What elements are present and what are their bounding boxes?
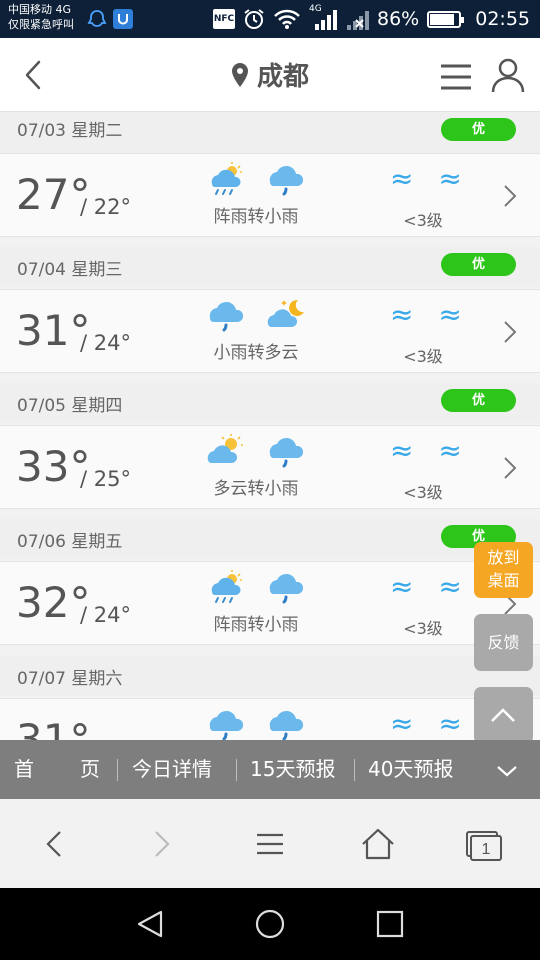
city-name: 成都 [256,62,309,92]
aqi-badge: 优 [441,253,516,276]
temp-low: / 25° [80,467,131,491]
tab-today-detail[interactable]: 今日详情 [132,740,212,799]
clock-time: 02:55 [475,8,530,30]
status-bar: 中国移动 4G 仅限紧急呼叫 NFC 4G 86% 02:55 [0,0,540,38]
forecast-date: 07/05 星期四 [17,396,123,416]
carrier-name: 中国移动 4G [8,3,72,16]
temp-low: / 22° [80,195,131,219]
signal-4g-icon: 4G [309,4,337,32]
light-rain-icon [204,705,248,743]
browser-home-icon[interactable] [358,827,398,861]
aqi-badge: 优 [441,118,516,141]
weather-description: 阵雨转小雨 [213,615,299,635]
tab-home[interactable]: 首页 [14,740,100,799]
tab-divider [354,759,355,781]
cloudy-sun-icon [204,432,248,470]
light-rain-icon [264,160,308,198]
forecast-row[interactable]: 32°/ 24° 阵雨转小雨 ≈ ≈ <3级 [0,561,540,645]
wind-icon: ≈ ≈ [390,298,470,331]
cloudy-moon-icon [264,296,308,334]
app-header: 成都 [0,38,540,112]
wind-icon: ≈ ≈ [390,434,470,467]
tab-15-day[interactable]: 15天预报 [250,740,335,799]
shower-sun-icon [204,160,248,198]
aqi-badge: 优 [441,389,516,412]
nav-recents-icon[interactable] [372,906,408,942]
browser-menu-icon[interactable] [250,827,290,861]
day-header: 07/07 星期六 [0,656,540,696]
shield-app-icon [113,9,133,29]
wind-icon: ≈ ≈ [390,570,470,603]
wifi-icon [274,9,300,29]
light-rain-icon [264,705,308,743]
forecast-date: 07/04 星期三 [17,260,123,280]
wind-level: <3级 [403,619,443,638]
bottom-tab-bar: 首页 今日详情 15天预报 40天预报 [0,740,540,799]
forecast-date: 07/07 星期六 [17,669,123,689]
alarm-icon [244,9,264,29]
light-rain-icon [264,432,308,470]
menu-icon[interactable] [438,60,474,94]
svg-text:1: 1 [482,841,491,858]
browser-toolbar: 1 [0,799,540,888]
tab-divider [117,759,118,781]
tab-home-char1: 首 [14,757,34,781]
add-to-desktop-line1: 放到 [487,548,520,567]
wind-icon: ≈ ≈ [390,707,470,740]
feedback-button[interactable]: 反馈 [474,614,533,671]
tab-40-day[interactable]: 40天预报 [368,740,453,799]
nav-home-icon[interactable] [252,906,288,942]
no-signal-icon [347,11,369,30]
forecast-row[interactable]: 33°/ 25° 多云转小雨 ≈ ≈ <3级 [0,425,540,509]
tab-divider [236,759,237,781]
chevron-down-icon[interactable] [496,764,518,778]
chevron-up-icon [491,708,515,722]
carrier-info: 中国移动 4G 仅限紧急呼叫 [8,2,74,32]
light-rain-icon [204,296,248,334]
location-pin-icon [231,63,248,87]
nfc-icon: NFC [213,9,235,29]
battery-icon [427,10,465,28]
day-header: 07/05 星期四 优 [0,383,540,423]
day-header: 07/03 星期二 优 [0,112,540,153]
shower-sun-icon [204,568,248,606]
add-to-desktop-line2: 桌面 [487,571,520,590]
wind-icon: ≈ ≈ [390,162,470,195]
forecast-row[interactable]: 27°/ 22° 阵雨转小雨 ≈ ≈ <3级 [0,153,540,237]
day-header: 07/06 星期五优 [0,519,540,559]
chevron-right-icon [504,457,517,479]
chevron-right-icon [504,185,517,207]
forecast-date: 07/06 星期五 [17,532,123,552]
weather-description: 阵雨转小雨 [213,207,299,227]
back-to-top-button[interactable] [474,687,533,744]
chevron-right-icon [504,321,517,343]
browser-tabs-icon[interactable]: 1 [464,827,504,861]
emergency-only-text: 仅限紧急呼叫 [8,18,74,31]
browser-forward-icon[interactable] [142,827,182,861]
weather-description: 多云转小雨 [213,479,299,499]
system-nav-bar [0,888,540,960]
day-header: 07/04 星期三 优 [0,247,540,287]
forecast-row[interactable]: 31°/ 24° 小雨转多云 ≈ ≈ <3级 [0,289,540,373]
add-to-desktop-button[interactable]: 放到 桌面 [474,542,533,598]
weather-description: 小雨转多云 [213,343,299,363]
user-profile-icon[interactable] [490,56,526,94]
forecast-date: 07/03 星期二 [17,121,123,141]
tab-home-char2: 页 [80,757,100,781]
light-rain-icon [264,568,308,606]
temp-low: / 24° [80,603,131,627]
browser-back-icon[interactable] [36,827,76,861]
battery-percent: 86% [377,8,420,30]
qq-icon [87,10,107,27]
wind-level: <3级 [403,347,443,366]
temp-low: / 24° [80,331,131,355]
wind-level: <3级 [403,483,443,502]
wind-level: <3级 [403,211,443,230]
nav-back-icon[interactable] [132,906,168,942]
